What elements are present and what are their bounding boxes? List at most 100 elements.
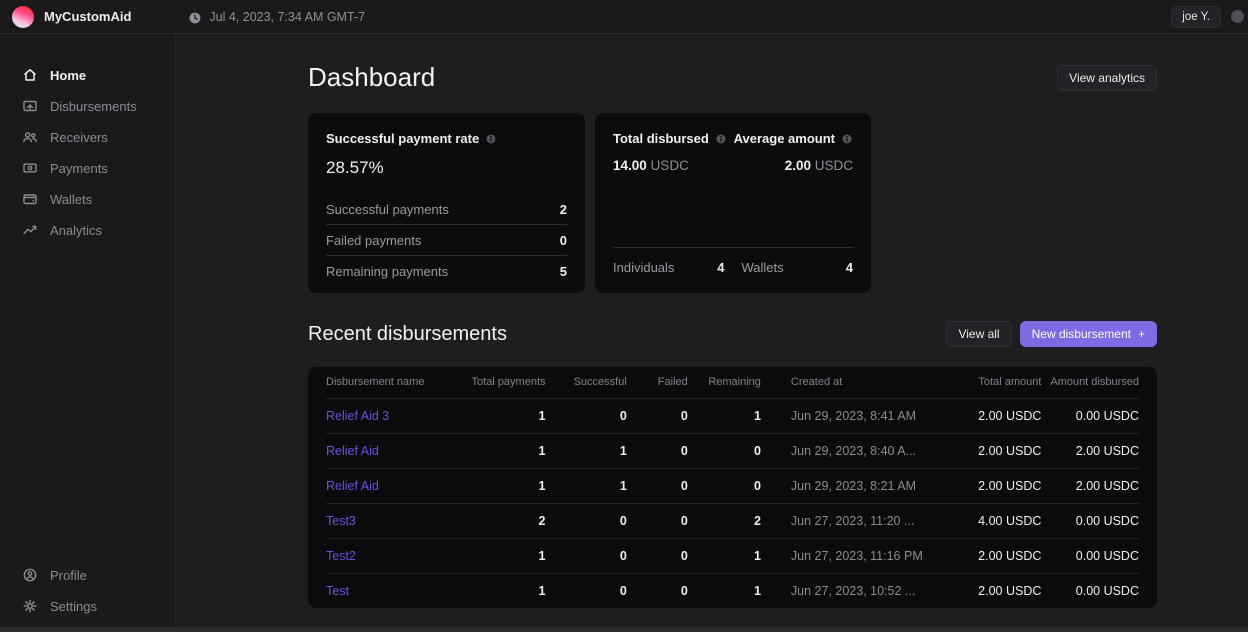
clock-icon xyxy=(188,10,202,24)
cell-total_amount: 2.00 USDC xyxy=(944,573,1042,608)
sidebar-item-disbursements[interactable]: Disbursements xyxy=(0,93,175,119)
sidebar-item-payments[interactable]: Payments xyxy=(0,155,175,181)
cell-name: Test3 xyxy=(326,503,456,538)
plus-icon: + xyxy=(1138,327,1145,341)
avatar[interactable] xyxy=(1231,10,1244,23)
stat-label: Failed payments xyxy=(326,233,421,248)
cell-name: Relief Aid xyxy=(326,433,456,468)
info-icon[interactable] xyxy=(841,133,853,145)
datetime-group: Jul 4, 2023, 7:34 AM GMT-7 xyxy=(188,10,365,24)
sidebar-item-label: Settings xyxy=(50,599,97,614)
recent-disbursements-title: Recent disbursements xyxy=(308,323,507,346)
cell-successful: 1 xyxy=(546,468,627,503)
disbursement-link[interactable]: Test3 xyxy=(326,514,356,528)
wallets-icon xyxy=(22,191,38,207)
stat-label: Remaining payments xyxy=(326,264,448,279)
cell-remaining: 2 xyxy=(688,503,761,538)
disbursement-link[interactable]: Test2 xyxy=(326,549,356,563)
sidebar-nav: Home Disbursements Receivers Payments xyxy=(0,62,175,248)
sidebar: Home Disbursements Receivers Payments xyxy=(0,34,176,627)
top-bar: MyCustomAid Jul 4, 2023, 7:34 AM GMT-7 j… xyxy=(0,0,1248,34)
average-amount-value: 2.00 USDC xyxy=(785,158,853,173)
cell-remaining: 1 xyxy=(688,538,761,573)
cell-remaining: 1 xyxy=(688,398,761,433)
cell-total_amount: 2.00 USDC xyxy=(944,398,1042,433)
sidebar-item-label: Payments xyxy=(50,161,108,176)
cell-name: Relief Aid xyxy=(326,468,456,503)
user-menu-button[interactable]: joe Y. xyxy=(1171,6,1221,28)
cell-successful: 1 xyxy=(546,433,627,468)
view-all-button[interactable]: View all xyxy=(946,321,1011,347)
sidebar-item-receivers[interactable]: Receivers xyxy=(0,124,175,150)
new-disbursement-label: New disbursement xyxy=(1032,327,1131,341)
cell-created: Jun 27, 2023, 11:16 PM xyxy=(761,538,944,573)
sidebar-item-label: Home xyxy=(50,68,86,83)
cell-amount_disbursed: 0.00 USDC xyxy=(1041,573,1139,608)
column-header-successful: Successful xyxy=(546,367,627,398)
stat-row-failed: Failed payments 0 xyxy=(326,225,567,256)
total-disbursed-title: Total disbursed xyxy=(613,131,709,146)
cell-total_payments: 1 xyxy=(456,468,545,503)
cell-name: Relief Aid 3 xyxy=(326,398,456,433)
cell-created: Jun 29, 2023, 8:21 AM xyxy=(761,468,944,503)
cell-failed: 0 xyxy=(627,503,688,538)
payments-icon xyxy=(22,160,38,176)
disbursements-table-body: Relief Aid 31001Jun 29, 2023, 8:41 AM2.0… xyxy=(326,398,1139,608)
amount-unit: USDC xyxy=(651,158,689,173)
cell-total_payments: 1 xyxy=(456,398,545,433)
sidebar-item-home[interactable]: Home xyxy=(0,62,175,88)
cell-failed: 0 xyxy=(627,433,688,468)
profile-icon xyxy=(22,567,38,583)
disbursement-link[interactable]: Relief Aid xyxy=(326,444,379,458)
sidebar-item-settings[interactable]: Settings xyxy=(0,593,175,619)
cell-failed: 0 xyxy=(627,398,688,433)
payment-rate-title: Successful payment rate xyxy=(326,131,479,146)
column-header-created: Created at xyxy=(761,367,944,398)
sidebar-item-label: Wallets xyxy=(50,192,92,207)
cell-total_amount: 4.00 USDC xyxy=(944,503,1042,538)
cell-successful: 0 xyxy=(546,503,627,538)
total-disbursed-value: 14.00 USDC xyxy=(613,158,689,173)
table-header-row: Disbursement nameTotal paymentsSuccessfu… xyxy=(326,367,1139,398)
sidebar-item-profile[interactable]: Profile xyxy=(0,562,175,588)
table-row: Relief Aid1100Jun 29, 2023, 8:40 A...2.0… xyxy=(326,433,1139,468)
table-row: Test32002Jun 27, 2023, 11:20 ...4.00 USD… xyxy=(326,503,1139,538)
cell-total_payments: 1 xyxy=(456,538,545,573)
sidebar-item-wallets[interactable]: Wallets xyxy=(0,186,175,212)
payment-rate-card: Successful payment rate 28.57% Successfu… xyxy=(308,113,585,293)
payment-rate-value: 28.57% xyxy=(326,158,567,178)
info-icon[interactable] xyxy=(485,133,497,145)
info-icon[interactable] xyxy=(715,133,727,145)
disbursement-link[interactable]: Relief Aid xyxy=(326,479,379,493)
stat-value: 4 xyxy=(717,260,724,275)
sidebar-item-analytics[interactable]: Analytics xyxy=(0,217,175,243)
table-row: Test21001Jun 27, 2023, 11:16 PM2.00 USDC… xyxy=(326,538,1139,573)
cell-failed: 0 xyxy=(627,573,688,608)
view-analytics-button[interactable]: View analytics xyxy=(1057,65,1157,91)
disbursements-table: Disbursement nameTotal paymentsSuccessfu… xyxy=(308,367,1157,608)
cell-amount_disbursed: 0.00 USDC xyxy=(1041,503,1139,538)
stat-value: 2 xyxy=(560,202,567,217)
new-disbursement-button[interactable]: New disbursement + xyxy=(1020,321,1157,347)
totals-card: Total disbursed Average amount xyxy=(595,113,871,293)
sidebar-item-label: Receivers xyxy=(50,130,108,145)
cell-remaining: 1 xyxy=(688,573,761,608)
cell-amount_disbursed: 0.00 USDC xyxy=(1041,398,1139,433)
stat-row-successful: Successful payments 2 xyxy=(326,194,567,225)
settings-icon xyxy=(22,598,38,614)
cell-successful: 0 xyxy=(546,398,627,433)
disbursement-link[interactable]: Relief Aid 3 xyxy=(326,409,389,423)
brand-name: MyCustomAid xyxy=(44,9,131,24)
table-row: Test1001Jun 27, 2023, 10:52 ...2.00 USDC… xyxy=(326,573,1139,608)
sidebar-item-label: Disbursements xyxy=(50,99,137,114)
cell-name: Test xyxy=(326,573,456,608)
cell-remaining: 0 xyxy=(688,468,761,503)
amount-number: 14.00 xyxy=(613,158,647,173)
cell-amount_disbursed: 2.00 USDC xyxy=(1041,468,1139,503)
stat-label: Successful payments xyxy=(326,202,449,217)
disbursement-link[interactable]: Test xyxy=(326,584,349,598)
stat-value: 4 xyxy=(846,260,853,275)
table-row: Relief Aid1100Jun 29, 2023, 8:21 AM2.00 … xyxy=(326,468,1139,503)
home-icon xyxy=(22,67,38,83)
table-row: Relief Aid 31001Jun 29, 2023, 8:41 AM2.0… xyxy=(326,398,1139,433)
